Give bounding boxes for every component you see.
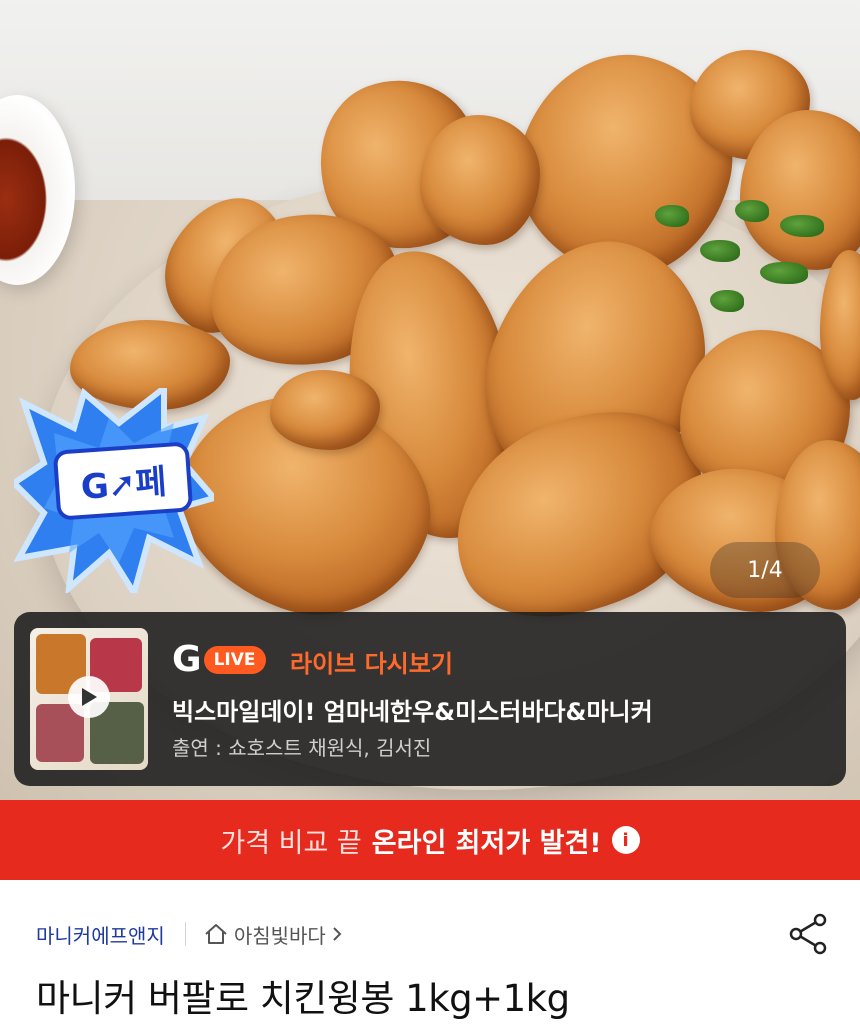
parsley-leaf [735,200,769,222]
chicken-wing [420,115,540,245]
store-link[interactable]: 아침빛바다 [204,920,350,949]
parsley-leaf [780,215,824,237]
info-icon[interactable]: i [611,826,640,854]
parsley-leaf [700,240,740,262]
live-pill: LIVE [203,646,266,674]
chevron-right-icon [333,927,342,941]
parsley-leaf [760,262,808,284]
live-title: 빅스마일데이! 엄마네한우&미스터바다&마니커 [172,698,653,726]
play-icon[interactable] [68,676,110,718]
lowest-price-banner[interactable]: 가격 비교 끝 온라인 최저가 발견! i [0,800,860,880]
banner-text-bold: 온라인 최저가 발견! [371,827,602,859]
seller-link[interactable]: 마니커에프앤지 [36,920,165,949]
store-name: 아침빛바다 [233,923,326,948]
banner-text-normal: 가격 비교 끝 [220,827,362,859]
product-image-carousel[interactable]: G➚페 1/4 G LIVE 라이브 다시보기 빅스마일데이! 엄마네한우&미스… [0,0,860,800]
live-replay-link[interactable]: 라이브 다시보기 [290,644,453,679]
live-replay-card[interactable]: G LIVE 라이브 다시보기 빅스마일데이! 엄마네한우&미스터바다&마니커 … [14,612,846,786]
seller-row: 마니커에프앤지 아침빛바다 [36,914,350,954]
chicken-wing [270,370,380,450]
live-thumbnail[interactable] [30,628,148,770]
parsley-leaf [655,205,689,227]
g-sale-badge[interactable]: G➚페 [9,381,220,601]
live-cast: 출연 : 쇼호스트 채원식, 김서진 [172,736,432,760]
product-title: 마니커 버팔로 치킨윙봉 1kg+1kg [36,977,570,1020]
parsley-leaf [710,290,744,312]
home-icon [205,924,227,944]
share-button[interactable] [786,912,830,956]
share-icon [789,913,827,955]
image-counter: 1/4 [710,542,820,598]
g-live-logo: G LIVE [172,640,266,680]
badge-label: G➚페 [56,445,190,517]
g-logo-letter: G [172,639,202,680]
divider [184,922,186,946]
